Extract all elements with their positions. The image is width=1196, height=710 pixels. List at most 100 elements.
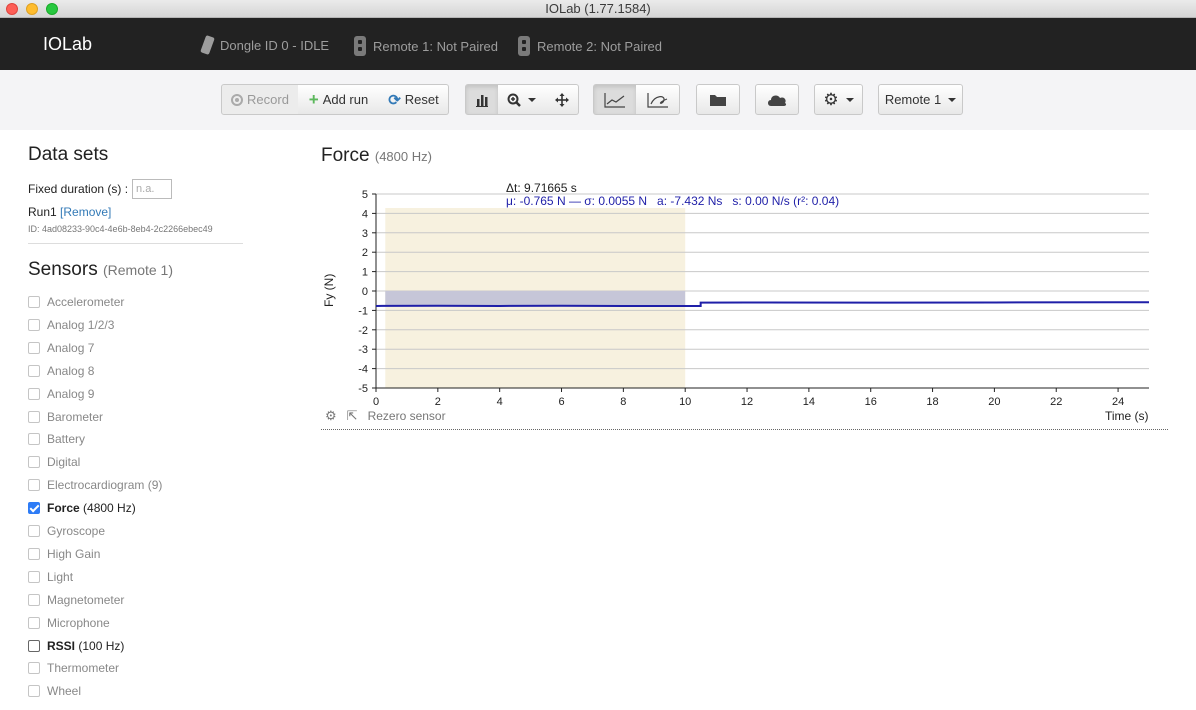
chart-footer: ⚙ ⇱ Rezero sensor xyxy=(325,408,446,424)
sensor-checkbox[interactable] xyxy=(28,570,40,583)
record-button[interactable]: Record xyxy=(221,84,299,115)
plus-icon: + xyxy=(308,90,319,109)
x-tick-label: 18 xyxy=(926,396,938,405)
move-icon xyxy=(554,92,569,107)
zoom-dropdown-button[interactable] xyxy=(498,84,546,115)
cloud-button[interactable] xyxy=(755,84,799,115)
sensor-item[interactable]: Digital xyxy=(28,454,80,470)
sensor-item[interactable]: Analog 9 xyxy=(28,386,94,402)
chart-settings-gear-icon[interactable]: ⚙ xyxy=(325,408,337,424)
sensor-name: Analog 7 xyxy=(47,340,95,355)
sensor-name: Battery xyxy=(47,432,86,447)
run-name[interactable]: Run1 xyxy=(28,205,57,219)
sensor-rate: (4800 Hz) xyxy=(79,501,136,516)
selection-stats-readout: μ: -0.765 N — σ: 0.0055 N a: -7.432 Ns s… xyxy=(506,194,840,208)
reset-button[interactable]: ⟳ Reset xyxy=(379,84,449,115)
sensor-checkbox[interactable] xyxy=(28,547,40,560)
sensor-item[interactable]: RSSI (100 Hz) xyxy=(28,638,124,654)
xy-chart-button[interactable] xyxy=(636,84,680,115)
pan-button[interactable] xyxy=(545,84,579,115)
sensor-item[interactable]: Wheel xyxy=(28,683,81,699)
sensor-name: Accelerometer xyxy=(47,295,125,309)
y-tick-label: -4 xyxy=(358,364,368,376)
fixed-duration-input[interactable]: n.a. xyxy=(132,179,173,199)
sensor-item[interactable]: Barometer xyxy=(28,409,103,425)
datasets-heading: Data sets xyxy=(28,144,109,165)
sensors-heading: Sensors (Remote 1) xyxy=(28,259,173,281)
sensor-item[interactable]: Force (4800 Hz) xyxy=(28,500,136,516)
sensor-rate: (100 Hz) xyxy=(75,638,125,653)
sensor-item[interactable]: Accelerometer xyxy=(28,294,124,310)
sensor-checkbox[interactable] xyxy=(28,616,40,629)
sensor-name: Gyroscope xyxy=(47,524,106,538)
caret-down-icon xyxy=(948,97,957,102)
record-icon xyxy=(231,93,244,106)
sensor-item[interactable]: Microphone xyxy=(28,615,110,631)
x-tick-label: 12 xyxy=(741,396,753,405)
chart-divider xyxy=(321,429,1168,430)
sensor-checkbox[interactable] xyxy=(28,387,40,400)
mean-area xyxy=(385,291,686,306)
sensor-name: RSSI xyxy=(47,638,76,653)
y-tick-label: -5 xyxy=(358,383,368,395)
sensor-item[interactable]: Thermometer xyxy=(28,660,119,676)
x-tick-label: 4 xyxy=(497,396,503,405)
sensor-checkbox[interactable] xyxy=(28,685,40,698)
x-tick-label: 0 xyxy=(373,396,379,405)
reset-label: Reset xyxy=(404,92,439,107)
sensor-name: Wheel xyxy=(47,684,82,699)
sensor-label: Analog 7 xyxy=(47,341,94,355)
sensor-label: Light xyxy=(47,570,73,584)
sensor-item[interactable]: Battery xyxy=(28,431,85,447)
caret-down-icon xyxy=(845,97,854,102)
settings-dropdown-button[interactable]: ⚙ xyxy=(814,84,863,115)
folder-icon xyxy=(710,94,726,106)
x-tick-label: 8 xyxy=(620,396,626,405)
remote2-status: Remote 2: Not Paired xyxy=(518,36,662,56)
gear-icon: ⚙ xyxy=(823,90,839,109)
x-tick-label: 2 xyxy=(435,396,441,405)
sensor-label: High Gain xyxy=(47,547,100,561)
run-remove-link[interactable]: [Remove] xyxy=(60,205,111,219)
y-tick-label: 3 xyxy=(362,228,368,240)
analysis-mode-button[interactable] xyxy=(465,84,499,115)
sensor-checkbox[interactable] xyxy=(28,525,40,537)
sensor-item[interactable]: Magnetometer xyxy=(28,592,124,608)
sensor-item[interactable]: Analog 7 xyxy=(28,340,94,356)
sensor-checkbox[interactable] xyxy=(28,456,40,469)
external-link-icon[interactable]: ⇱ xyxy=(347,408,358,424)
time-chart-button[interactable] xyxy=(593,84,637,115)
force-chart[interactable]: 543210-1-2-3-4-50 2 4 6 8 10 12 14 16 18 20 22 24 xyxy=(320,180,1160,405)
sensor-checkbox[interactable] xyxy=(28,502,40,515)
sensor-checkbox[interactable] xyxy=(28,479,40,492)
sensor-name: Microphone xyxy=(47,615,110,630)
sensor-checkbox[interactable] xyxy=(28,433,40,446)
app-brand[interactable]: IOLab xyxy=(43,34,92,55)
sensor-item[interactable]: Analog 8 xyxy=(28,363,94,379)
sensor-name: Light xyxy=(47,569,74,584)
remote-select-dropdown[interactable]: Remote 1 xyxy=(878,84,963,115)
sensor-item[interactable]: Analog 1/2/3 xyxy=(28,317,114,333)
sensor-checkbox[interactable] xyxy=(28,639,40,652)
sensor-item[interactable]: Electrocardiogram (9) xyxy=(28,477,162,493)
sensor-checkbox[interactable] xyxy=(28,364,40,377)
sensor-item[interactable]: High Gain xyxy=(28,546,100,562)
sensor-name: Barometer xyxy=(47,409,104,424)
sensor-item[interactable]: Gyroscope xyxy=(28,523,105,539)
sensor-checkbox[interactable] xyxy=(28,296,40,308)
sensor-checkbox[interactable] xyxy=(28,318,40,331)
window-titlebar: IOLab (1.77.1584) xyxy=(0,0,1196,18)
sensor-checkbox[interactable] xyxy=(28,662,40,675)
sensor-checkbox[interactable] xyxy=(28,593,40,606)
run-id: ID: 4ad08233-90c4-4e6b-8eb4-2c2266ebec49 xyxy=(28,224,213,234)
add-run-button[interactable]: + Add run xyxy=(298,84,380,115)
sensor-label: Thermometer xyxy=(47,661,119,675)
sensor-name: Thermometer xyxy=(47,661,120,676)
rezero-sensor-button[interactable]: Rezero sensor xyxy=(368,409,446,423)
open-folder-button[interactable] xyxy=(696,84,740,115)
sensor-checkbox[interactable] xyxy=(28,341,40,354)
sensor-item[interactable]: Light xyxy=(28,569,73,585)
record-label: Record xyxy=(247,92,289,107)
toolbar: Record + Add run ⟳ Reset ⚙ Remote 1 xyxy=(0,70,1196,130)
sensor-checkbox[interactable] xyxy=(28,410,40,423)
